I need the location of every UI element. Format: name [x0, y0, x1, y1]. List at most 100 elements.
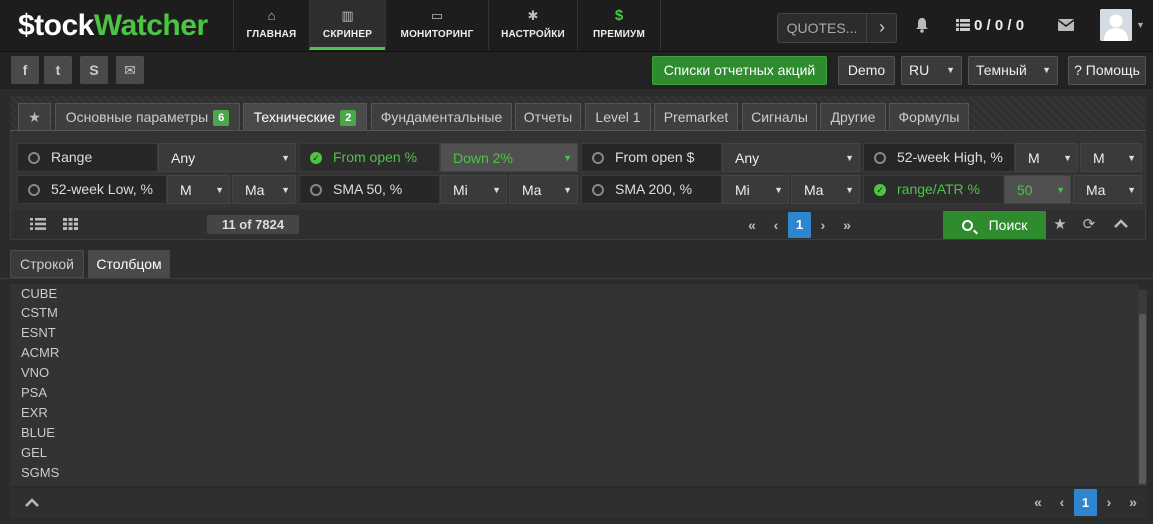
tab-technical[interactable]: Технические 2: [243, 103, 367, 130]
range-atr-min-select[interactable]: 50 ▼: [1004, 175, 1071, 204]
sma200-min-select[interactable]: Mi ▼: [722, 175, 789, 204]
last-page-icon[interactable]: »: [1125, 492, 1141, 512]
radio-icon[interactable]: [874, 152, 886, 164]
sma200-max-select[interactable]: Ma ▼: [791, 175, 860, 204]
first-page-icon[interactable]: «: [744, 215, 760, 235]
check-circle-icon[interactable]: ✓: [310, 152, 322, 164]
tab-level1[interactable]: Level 1: [585, 103, 651, 130]
nav-monitoring[interactable]: ▭ МОНИТОРИНГ: [385, 0, 488, 50]
filter-sma200[interactable]: SMA 200, %: [581, 175, 722, 204]
list-item[interactable]: GEL: [21, 445, 47, 461]
from-open-pct-select[interactable]: Down 2% ▼: [440, 143, 578, 172]
radio-icon[interactable]: [310, 184, 322, 196]
chevron-right-icon[interactable]: ›: [866, 14, 897, 42]
caret-down-icon: ▼: [946, 65, 955, 75]
filter-52w-high[interactable]: 52-week High, %: [863, 143, 1015, 172]
radio-icon[interactable]: [592, 184, 604, 196]
tab-basic-params[interactable]: Основные параметры 6: [55, 103, 240, 130]
radio-icon[interactable]: [592, 152, 604, 164]
collapse-up-icon[interactable]: [1114, 219, 1128, 229]
filter-range-atr[interactable]: ✓ range/ATR %: [863, 175, 1004, 204]
count-badge: 6: [213, 110, 230, 126]
nav-home[interactable]: ⌂ ГЛАВНАЯ: [233, 0, 309, 50]
reporting-stocks-button[interactable]: Списки отчетных акций: [652, 56, 827, 85]
tab-premarket[interactable]: Premarket: [654, 103, 738, 130]
list-item[interactable]: SGMS: [21, 465, 59, 481]
52w-low-max-select[interactable]: Ma ▼: [232, 175, 296, 204]
filter-sma50[interactable]: SMA 50, %: [299, 175, 440, 204]
tab-other[interactable]: Другие: [820, 103, 886, 130]
filter-from-open-usd[interactable]: From open $: [581, 143, 722, 172]
scroll-top-icon[interactable]: [25, 498, 39, 508]
skype-icon[interactable]: S: [80, 56, 108, 84]
list-item[interactable]: CUBE: [21, 286, 57, 302]
scrollbar-thumb[interactable]: [1139, 314, 1146, 484]
list-item[interactable]: PSA: [21, 385, 47, 401]
caret-down-icon: ▼: [563, 153, 572, 163]
tab-reports[interactable]: Отчеты: [515, 103, 581, 130]
grid-view-icon[interactable]: [63, 218, 78, 230]
caret-down-icon: ▼: [1063, 153, 1072, 163]
list-item[interactable]: BLUE: [21, 425, 55, 441]
range-select[interactable]: Any ▼: [158, 143, 296, 172]
52w-high-min-select[interactable]: M ▼: [1015, 143, 1078, 172]
caret-down-icon: ▼: [1042, 65, 1051, 75]
tab-fundamental[interactable]: Фундаментальные: [371, 103, 512, 130]
radio-icon[interactable]: [28, 184, 40, 196]
next-page-icon[interactable]: ›: [815, 215, 831, 235]
search-button[interactable]: Поиск: [943, 211, 1046, 239]
from-open-usd-select[interactable]: Any ▼: [722, 143, 860, 172]
last-page-icon[interactable]: »: [839, 215, 855, 235]
logo[interactable]: $tockWatcher: [18, 8, 208, 44]
nav-premium[interactable]: $ ПРЕМИУМ: [577, 0, 661, 50]
filter-range[interactable]: Range: [17, 143, 158, 172]
list-item[interactable]: VNO: [21, 365, 49, 381]
list-item[interactable]: CSTM: [21, 305, 58, 321]
list-icon: [956, 19, 970, 31]
check-circle-icon[interactable]: ✓: [874, 184, 886, 196]
page-1-button[interactable]: 1: [788, 212, 811, 238]
monitor-icon: ▭: [430, 8, 444, 23]
list-view-icon[interactable]: [30, 218, 46, 230]
list-item[interactable]: ESNT: [21, 325, 56, 341]
star-icon[interactable]: ★: [1051, 215, 1069, 235]
sma50-min-select[interactable]: Mi ▼: [440, 175, 507, 204]
list-item[interactable]: EXR: [21, 405, 48, 421]
nav-screener[interactable]: ▥ СКРИНЕР: [309, 0, 385, 50]
bell-icon[interactable]: [914, 17, 930, 33]
avatar[interactable]: [1100, 9, 1132, 41]
help-button[interactable]: ? Помощь: [1068, 56, 1146, 85]
52w-low-min-select[interactable]: M ▼: [167, 175, 230, 204]
facebook-icon[interactable]: f: [11, 56, 39, 84]
refresh-icon[interactable]: ⟳: [1080, 215, 1098, 235]
prev-page-icon[interactable]: ‹: [768, 215, 784, 235]
range-atr-max-select[interactable]: Ma ▼: [1073, 175, 1142, 204]
favorites-tab[interactable]: ★: [18, 103, 51, 130]
quotes-button[interactable]: QUOTES... ›: [777, 13, 897, 43]
language-select[interactable]: RU ▼: [901, 56, 962, 85]
caret-down-icon: ▼: [774, 185, 783, 195]
tab-column-view[interactable]: Столбцом: [88, 250, 170, 278]
watchlist-counters[interactable]: 0 / 0 / 0: [956, 17, 1024, 34]
caret-down-icon[interactable]: ▼: [1136, 20, 1145, 30]
prev-page-icon[interactable]: ‹: [1054, 492, 1070, 512]
tab-formulas[interactable]: Формулы: [889, 103, 969, 130]
tab-signals[interactable]: Сигналы: [742, 103, 817, 130]
radio-icon[interactable]: [28, 152, 40, 164]
first-page-icon[interactable]: «: [1030, 492, 1046, 512]
list-item[interactable]: ACMR: [21, 345, 59, 361]
tab-row-view[interactable]: Строкой: [10, 250, 84, 278]
caret-down-icon: ▼: [281, 153, 290, 163]
theme-select[interactable]: Темный ▼: [968, 56, 1058, 85]
next-page-icon[interactable]: ›: [1101, 492, 1117, 512]
page-1-button[interactable]: 1: [1074, 489, 1097, 516]
mail-icon[interactable]: [1058, 19, 1074, 31]
52w-high-max-select[interactable]: M ▼: [1080, 143, 1142, 172]
filter-from-open-pct[interactable]: ✓ From open %: [299, 143, 440, 172]
filter-52w-low[interactable]: 52-week Low, %: [17, 175, 167, 204]
twitter-icon[interactable]: t: [44, 56, 72, 84]
sma50-max-select[interactable]: Ma ▼: [509, 175, 578, 204]
nav-settings[interactable]: ✱ НАСТРОЙКИ: [488, 0, 577, 50]
demo-button[interactable]: Demo: [838, 56, 895, 85]
email-icon[interactable]: ✉: [116, 56, 144, 84]
